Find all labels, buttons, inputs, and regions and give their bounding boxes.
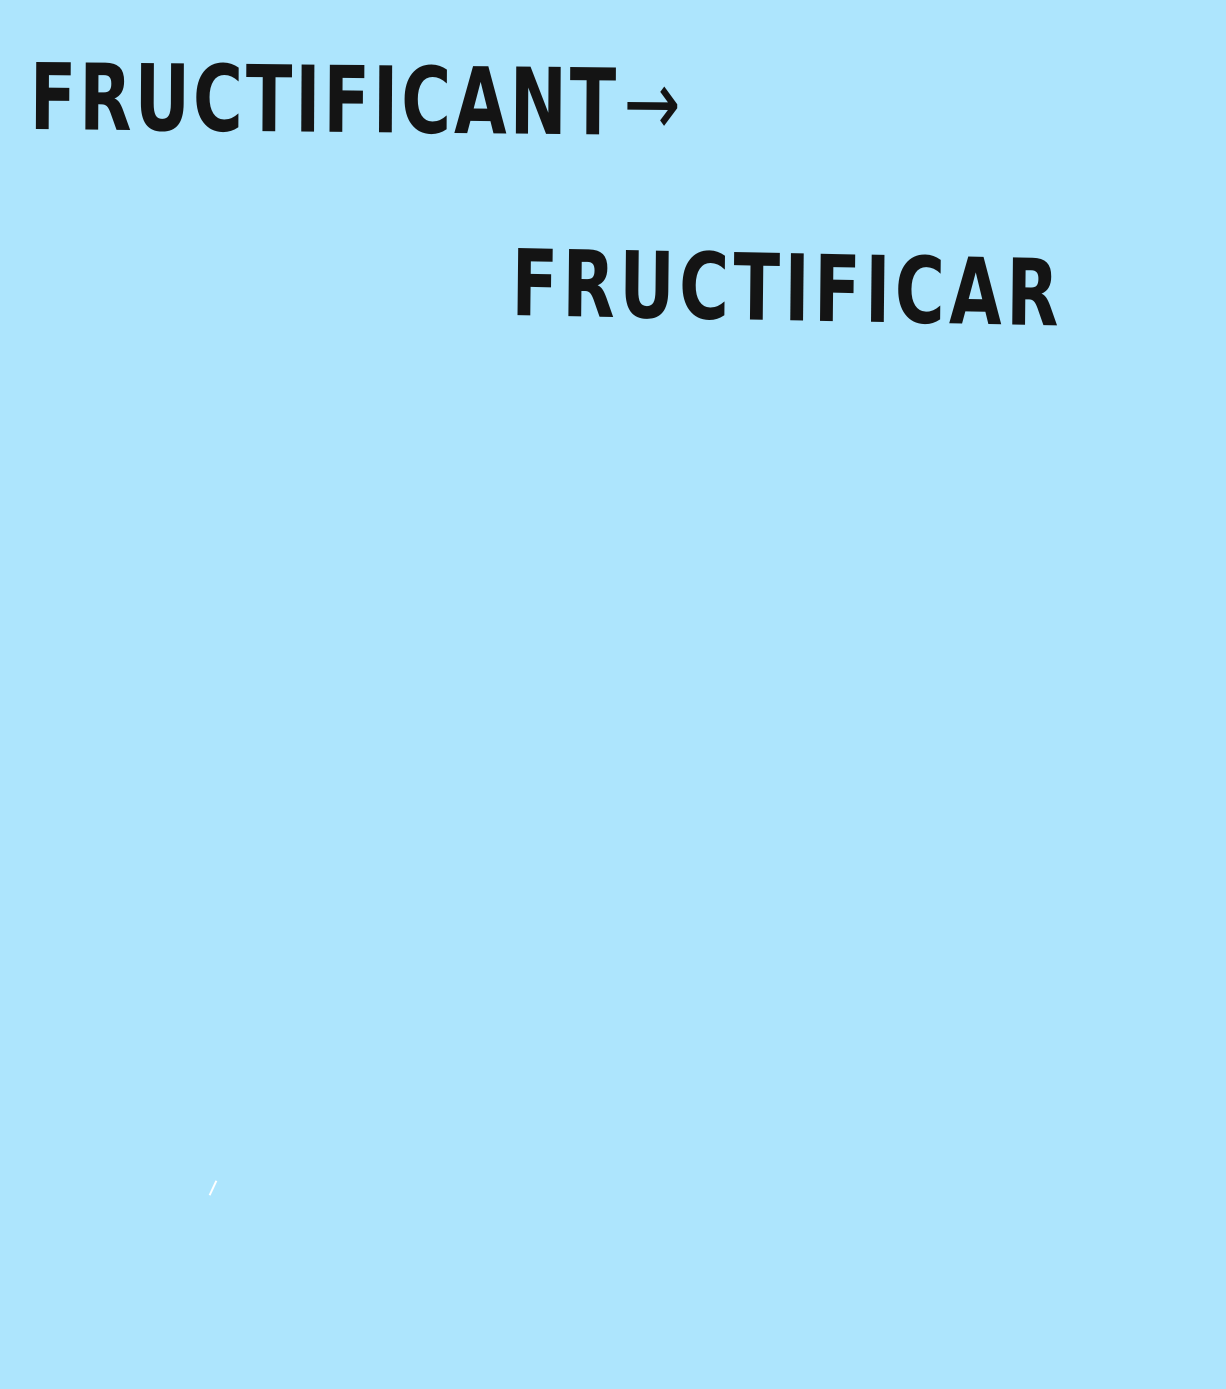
arrow-right-icon: → bbox=[623, 49, 681, 158]
handwritten-word-fructificant: FRUCTIFICANT bbox=[29, 44, 620, 157]
paper-speck bbox=[208, 1180, 218, 1196]
handwritten-line-1: FRUCTIFICANT→ bbox=[29, 44, 680, 157]
handwritten-word-fructificar: FRUCTIFICAR bbox=[510, 230, 1064, 348]
sticky-note: FRUCTIFICANT→ FRUCTIFICAR bbox=[0, 0, 1226, 1389]
